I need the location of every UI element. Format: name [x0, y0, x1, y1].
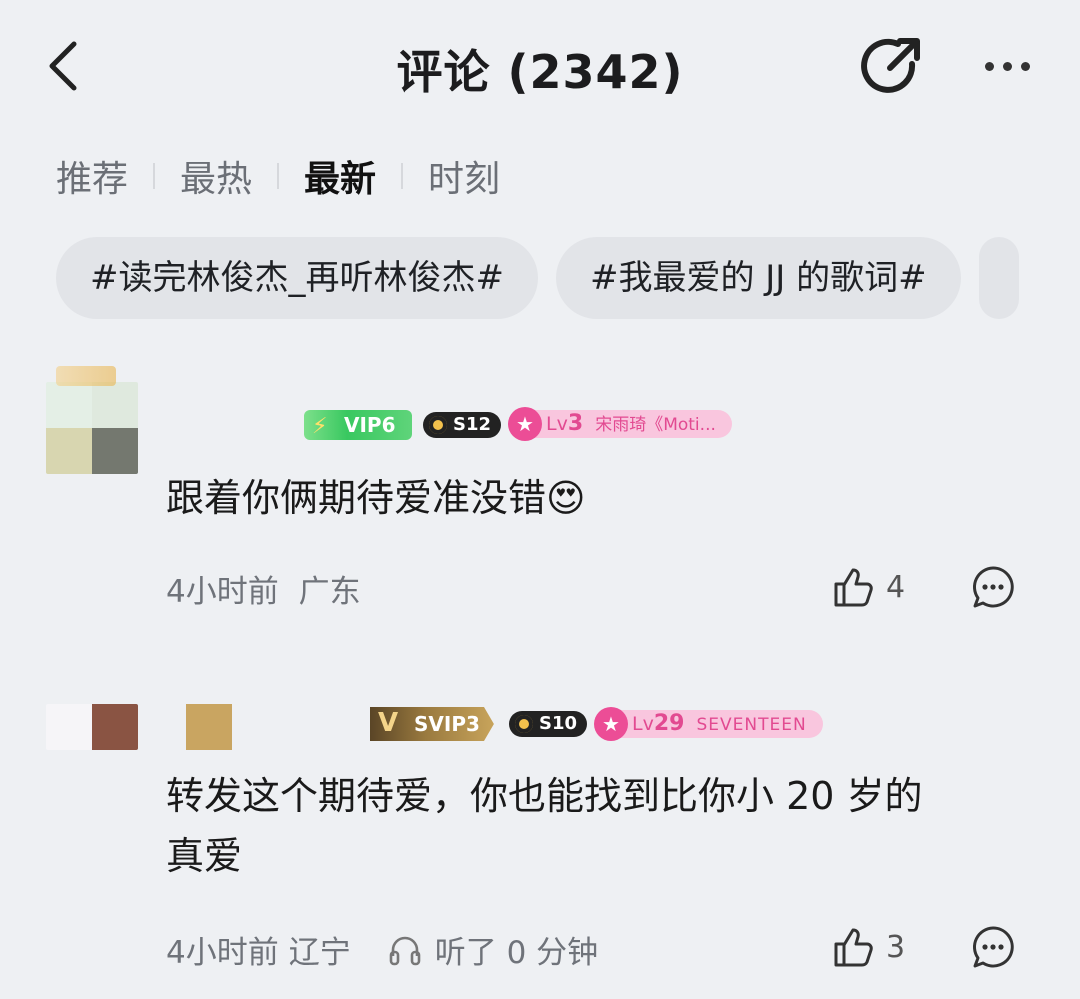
fan-level-badge[interactable]: ★ Lv29 SEVENTEEN: [594, 707, 823, 741]
thumbs-up-icon: [834, 928, 873, 967]
listen-duration: 听了 0 分钟: [434, 935, 599, 971]
tab-divider: [153, 163, 156, 189]
reply-button[interactable]: [970, 564, 1016, 610]
comment-location: 辽宁: [288, 935, 351, 971]
tab-recommended[interactable]: 推荐: [56, 150, 128, 202]
medal-icon: [515, 715, 533, 733]
comment-text: 转发这个期待爱，你也能找到比你小 20 岁的 真爱: [166, 768, 1046, 884]
username-image: [186, 704, 232, 750]
share-icon: [861, 38, 920, 93]
avatar[interactable]: [46, 704, 138, 750]
avatar[interactable]: [46, 382, 138, 474]
topic-chips: #读完林俊杰_再听林俊杰# #我最爱的 JJ 的歌词#: [56, 237, 1019, 319]
comment-time: 4小时前: [166, 935, 279, 971]
like-button[interactable]: 4: [832, 565, 905, 609]
star-icon: ★: [508, 407, 542, 441]
lightning-icon: ⚡: [312, 414, 328, 439]
comment-location: 广东: [298, 574, 361, 610]
thumbs-up-icon: [834, 568, 873, 607]
username[interactable]: [166, 400, 296, 444]
star-icon: ★: [594, 707, 628, 741]
more-icon: [984, 61, 994, 71]
tab-moments[interactable]: 时刻: [428, 150, 500, 202]
comment-text-line: 真爱: [166, 834, 243, 878]
comment-bubble-icon: [973, 926, 1014, 968]
headphones-icon: [389, 936, 421, 965]
comment-text: 跟着你俩期待爱准没错😍: [166, 476, 586, 520]
tab-divider: [401, 163, 404, 189]
topic-chip[interactable]: #读完林俊杰_再听林俊杰#: [56, 237, 538, 319]
topic-chip[interactable]: #我最爱的 JJ 的歌词#: [555, 237, 961, 319]
comment-bubble-icon: [973, 566, 1014, 608]
comment-meta: 4小时前 广东: [166, 566, 361, 611]
svip-badge: V SVIP3: [370, 707, 494, 741]
like-button[interactable]: 3: [832, 925, 905, 969]
topic-chip-partial[interactable]: [978, 237, 1019, 319]
medal-icon: [429, 416, 447, 434]
svip-v-icon: V: [378, 708, 399, 738]
like-count: 4: [886, 569, 906, 605]
fan-level-badge[interactable]: ★ Lv3 宋雨琦《Moti...: [508, 407, 732, 441]
sort-tabs: 推荐 最热 最新 时刻: [56, 150, 500, 202]
tab-hottest[interactable]: 最热: [180, 150, 252, 202]
comment-meta: 4小时前 辽宁 听了 0 分钟: [166, 927, 598, 972]
vip-frame-mark: [56, 366, 116, 386]
season-badge: S12: [423, 412, 502, 438]
comment-text-line: 转发这个期待爱，你也能找到比你小 20 岁的: [166, 774, 923, 818]
season-badge: S10: [509, 711, 588, 737]
reply-button[interactable]: [970, 924, 1016, 970]
like-count: 3: [886, 929, 906, 965]
vip-badge: ⚡ VIP6: [304, 410, 412, 440]
tab-divider: [277, 163, 280, 189]
comment-time: 4小时前: [166, 574, 279, 610]
share-button[interactable]: [860, 34, 926, 100]
tab-newest[interactable]: 最新: [304, 150, 376, 202]
username[interactable]: [240, 704, 360, 750]
more-button[interactable]: [972, 44, 1042, 88]
